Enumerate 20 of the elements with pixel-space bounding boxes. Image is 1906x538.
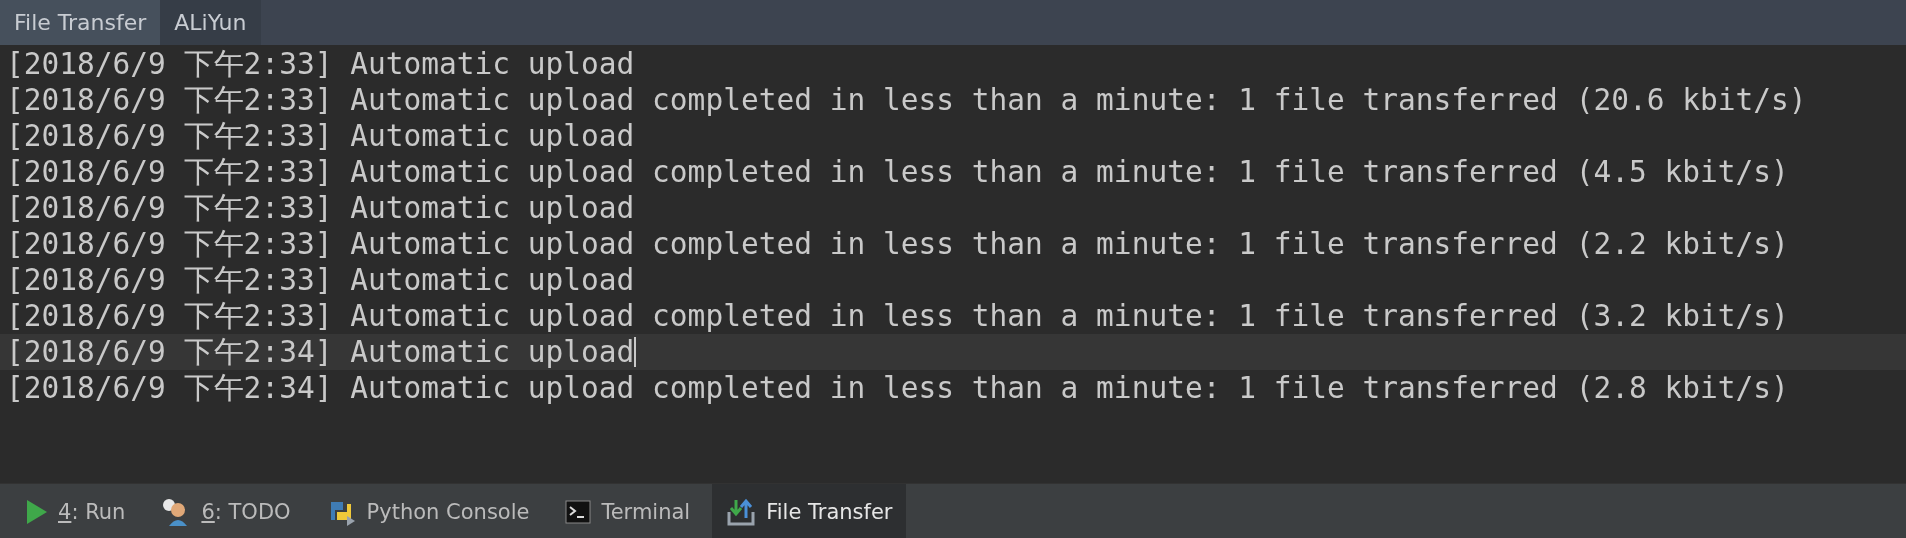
log-line: [2018/6/9 下午2:34] Automatic upload completed in less than a minute: 1 file transferred (2.8 kbit/s) <box>6 370 1789 406</box>
log-line: [2018/6/9 下午2:33] Automatic upload completed in less than a minute: 1 file transferred (3.2 kbit/s) <box>6 298 1789 334</box>
tool-window-button[interactable]: File Transfer <box>712 484 907 538</box>
tool-window-button[interactable]: 6: TODO <box>147 484 305 538</box>
tab[interactable]: File Transfer <box>0 0 161 45</box>
tool-window-button[interactable]: Python Console <box>312 484 544 538</box>
tool-window-button[interactable]: Terminal <box>551 484 705 538</box>
log-line: [2018/6/9 下午2:33] Automatic upload <box>6 190 635 226</box>
log-line: [2018/6/9 下午2:33] Automatic upload <box>6 46 635 82</box>
transfer-icon <box>726 497 757 526</box>
log-line: [2018/6/9 下午2:33] Automatic upload completed in less than a minute: 1 file transferred (20.6 kbit/s) <box>6 82 1807 118</box>
terminal-icon <box>565 499 592 524</box>
play-icon <box>26 498 48 525</box>
tool-window-button[interactable]: 4: Run <box>12 484 140 538</box>
log-line: [2018/6/9 下午2:34] Automatic upload <box>6 334 635 370</box>
tab[interactable]: ALiYun <box>160 0 261 45</box>
log-line: [2018/6/9 下午2:33] Automatic upload completed in less than a minute: 1 file transferred (4.5 kbit/s) <box>6 154 1789 190</box>
log-line: [2018/6/9 下午2:33] Automatic upload <box>6 262 635 298</box>
log-line: [2018/6/9 下午2:33] Automatic upload completed in less than a minute: 1 file transferred (2.2 kbit/s) <box>6 226 1789 262</box>
log-line: [2018/6/9 下午2:33] Automatic upload <box>6 118 635 154</box>
